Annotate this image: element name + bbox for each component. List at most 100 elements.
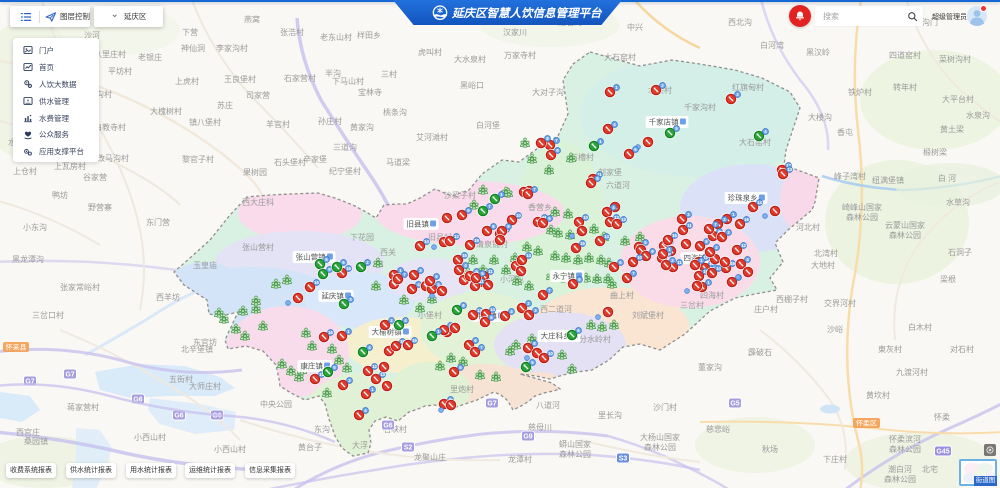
- svg-text:野营寨: 野营寨: [88, 202, 112, 212]
- svg-text:桑园镇: 桑园镇: [24, 436, 48, 446]
- svg-text:森林公园: 森林公园: [846, 212, 878, 222]
- svg-text:大杨山国家: 大杨山国家: [640, 432, 680, 442]
- svg-text:鸭坊: 鸭坊: [52, 190, 68, 200]
- svg-text:大师庄村: 大师庄村: [189, 381, 221, 391]
- svg-text:霹破石: 霹破石: [748, 347, 772, 357]
- svg-text:大槐树村: 大槐树村: [150, 106, 182, 116]
- svg-text:14: 14: [757, 200, 762, 205]
- svg-text:曲上村: 曲上村: [610, 290, 634, 300]
- svg-text:16: 16: [462, 253, 467, 258]
- svg-text:16: 16: [412, 338, 417, 343]
- svg-text:上仓村: 上仓村: [13, 166, 37, 176]
- svg-text:西羊坊: 西羊坊: [156, 292, 180, 302]
- svg-text:白河堡: 白河堡: [476, 120, 500, 130]
- svg-text:石头堡村: 石头堡村: [274, 157, 306, 167]
- svg-text:五街村: 五街村: [169, 374, 193, 384]
- svg-text:里长沟: 里长沟: [598, 410, 622, 420]
- svg-text:16: 16: [744, 217, 749, 222]
- svg-text:三岔口村: 三岔口村: [32, 310, 64, 320]
- svg-text:玉皇庙: 玉皇庙: [193, 260, 217, 270]
- svg-text:G45: G45: [936, 449, 949, 456]
- svg-text:10: 10: [583, 215, 588, 220]
- svg-text:香屯: 香屯: [837, 127, 853, 137]
- svg-text:三岔村: 三岔村: [680, 300, 704, 310]
- svg-text:交界河村: 交界河村: [824, 298, 856, 308]
- svg-text:马道梁: 马道梁: [386, 157, 410, 167]
- svg-text:下马山村: 下马山村: [332, 76, 364, 86]
- svg-text:森林公园: 森林公园: [884, 474, 916, 484]
- svg-text:15: 15: [580, 241, 585, 246]
- svg-text:河北村: 河北村: [796, 222, 820, 232]
- svg-text:镇八堡村: 镇八堡村: [189, 117, 221, 127]
- svg-text:平坊村: 平坊村: [108, 66, 132, 76]
- svg-text:菜树沟村: 菜树沟村: [939, 54, 971, 64]
- svg-text:大地村: 大地村: [811, 260, 835, 270]
- svg-text:黄坎村: 黄坎村: [866, 390, 890, 400]
- svg-text:神仙洞: 神仙洞: [181, 43, 205, 53]
- svg-text:八道河: 八道河: [536, 400, 560, 410]
- svg-text:谷家营: 谷家营: [83, 172, 107, 182]
- svg-text:S2: S2: [404, 445, 413, 452]
- svg-text:12: 12: [372, 364, 377, 369]
- svg-text:中央公园: 中央公园: [260, 399, 292, 409]
- svg-text:水泉沟: 水泉沟: [966, 110, 990, 120]
- svg-text:15: 15: [730, 261, 735, 266]
- svg-text:张山营村: 张山营村: [242, 242, 274, 252]
- svg-text:西棚子村: 西棚子村: [776, 294, 808, 304]
- svg-text:怀来县: 怀来县: [6, 343, 27, 352]
- svg-text:大对子沟: 大对子沟: [532, 87, 564, 97]
- svg-text:15: 15: [474, 238, 479, 243]
- svg-text:黎官子村: 黎官子村: [182, 154, 214, 164]
- svg-text:旧县镇: 旧县镇: [406, 219, 429, 229]
- svg-text:小西山村: 小西山村: [134, 432, 166, 442]
- svg-text:桃条沟: 桃条沟: [383, 107, 407, 117]
- svg-text:白 河: 白 河: [938, 173, 956, 183]
- svg-text:六道河: 六道河: [606, 180, 630, 190]
- svg-text:三道沟: 三道沟: [333, 142, 357, 152]
- svg-text:12: 12: [741, 243, 746, 248]
- svg-text:13: 13: [380, 372, 385, 377]
- svg-text:14: 14: [526, 253, 531, 258]
- svg-text:14: 14: [716, 266, 721, 271]
- svg-text:黄家沟: 黄家沟: [350, 122, 374, 132]
- svg-text:辛家堡: 辛家堡: [303, 154, 327, 164]
- svg-text:孙庄村: 孙庄村: [318, 116, 342, 126]
- svg-text:白木村: 白木村: [908, 322, 932, 332]
- svg-text:崎峰山国家: 崎峰山国家: [842, 202, 882, 212]
- svg-text:峰子湾村: 峰子湾村: [834, 171, 866, 181]
- svg-text:西北沟: 西北沟: [728, 17, 752, 27]
- svg-text:沙门村: 沙门村: [653, 402, 677, 412]
- svg-text:水草沟: 水草沟: [946, 197, 970, 207]
- svg-text:黄台子: 黄台子: [298, 442, 322, 452]
- svg-text:分水岭村: 分水岭村: [579, 334, 611, 344]
- svg-text:张浩村: 张浩村: [280, 27, 304, 37]
- svg-text:11: 11: [677, 260, 682, 265]
- svg-text:G5: G5: [730, 401, 739, 408]
- svg-text:小西山村: 小西山村: [214, 444, 246, 454]
- svg-text:董家沟: 董家沟: [698, 362, 722, 372]
- svg-text:艾河滩村: 艾河滩村: [416, 132, 448, 142]
- svg-text:对石村: 对石村: [950, 344, 974, 354]
- svg-text:椴树梁: 椴树梁: [923, 147, 947, 157]
- svg-text:14: 14: [490, 307, 495, 312]
- svg-text:中兴: 中兴: [627, 22, 643, 32]
- svg-text:下花园: 下花园: [350, 232, 374, 242]
- svg-text:三村: 三村: [381, 69, 397, 79]
- svg-text:东沟: 东沟: [314, 424, 330, 434]
- svg-text:10: 10: [516, 213, 521, 218]
- svg-text:千家店镇: 千家店镇: [649, 117, 679, 127]
- svg-text:苏庄: 苏庄: [217, 100, 233, 110]
- svg-text:潮白河: 潮白河: [888, 464, 912, 474]
- svg-text:李家沟村: 李家沟村: [216, 43, 248, 53]
- svg-text:刘斌堡村: 刘斌堡村: [632, 310, 664, 320]
- svg-text:司家营: 司家营: [246, 90, 270, 100]
- svg-text:里炮村: 里炮村: [450, 384, 474, 394]
- svg-text:大庄科乡: 大庄科乡: [541, 331, 571, 341]
- svg-text:15: 15: [346, 266, 351, 271]
- svg-text:沙梁子村: 沙梁子村: [444, 190, 476, 200]
- svg-text:西官庄: 西官庄: [16, 427, 40, 437]
- svg-text:上瓦房村: 上瓦房村: [54, 161, 86, 171]
- svg-text:羊官村: 羊官村: [266, 119, 290, 129]
- svg-text:铁炉村: 铁炉村: [848, 87, 872, 97]
- svg-text:大水泉村: 大水泉村: [454, 54, 486, 64]
